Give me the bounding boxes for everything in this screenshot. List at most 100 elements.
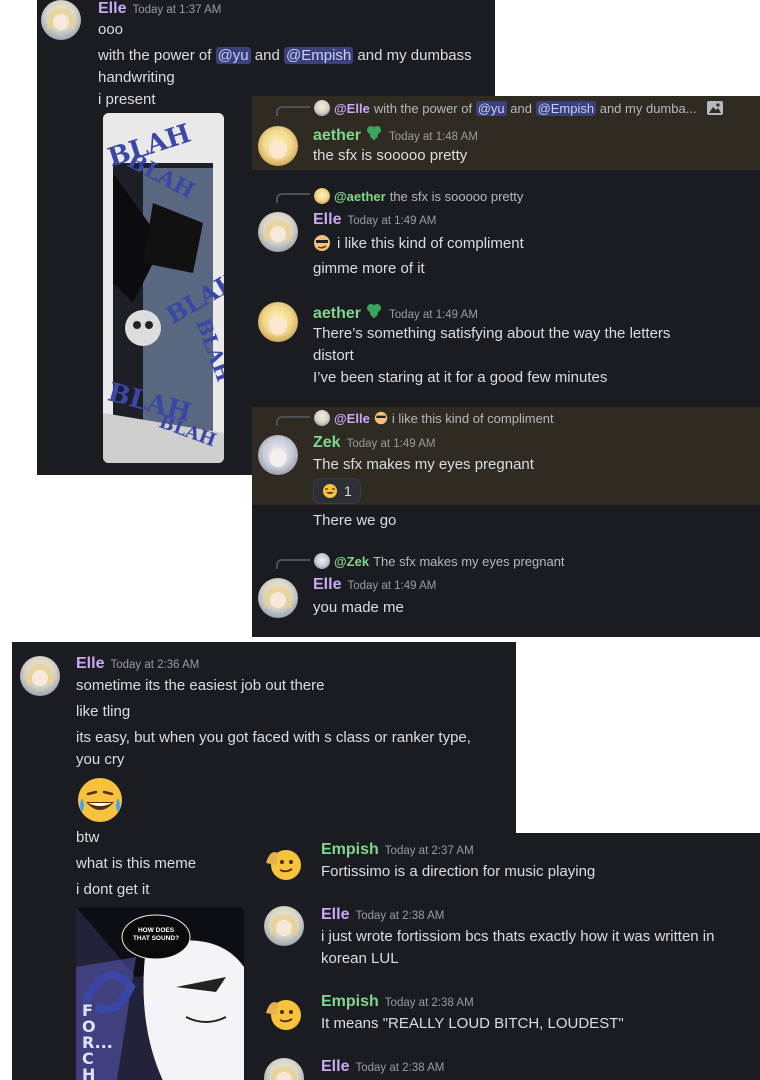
- message-text: korean LUL: [321, 950, 399, 967]
- text-segment: and my dumba...: [596, 100, 697, 116]
- reply-username[interactable]: @aether: [334, 189, 386, 204]
- reply-username[interactable]: @Elle: [334, 411, 370, 426]
- reply-text: the sfx is sooooo pretty: [389, 188, 524, 204]
- meme-image-attachment[interactable]: HOW DOES THAT SOUND? FOR...CHE: [76, 907, 244, 1080]
- timestamp: Today at 1:49 AM: [346, 438, 436, 450]
- message-header: Elle Today at 2:38 AM: [321, 1058, 444, 1076]
- message-header: Zek Today at 1:49 AM: [313, 434, 435, 452]
- message-header: aether Today at 1:48 AM: [313, 124, 478, 145]
- reply-preview[interactable]: @Elle with the power of @yu and @Empish …: [314, 100, 723, 116]
- message-text: i present: [98, 91, 156, 108]
- timestamp: Today at 1:49 AM: [347, 580, 437, 592]
- username-aether[interactable]: aether: [313, 305, 361, 323]
- reply-connector: [276, 106, 310, 116]
- username-elle[interactable]: Elle: [313, 211, 341, 229]
- mention-yu[interactable]: @yu: [475, 100, 507, 116]
- username-zek[interactable]: Zek: [313, 434, 341, 452]
- manga-image-attachment[interactable]: BLAH BLAH BLAH BLAH BLAH BLAH: [103, 113, 224, 463]
- zek-avatar[interactable]: [258, 435, 298, 475]
- sfx-vertical-text: FOR...CHE: [82, 1001, 113, 1080]
- message-header: Elle Today at 2:36 AM: [76, 655, 199, 673]
- timestamp: Today at 1:37 AM: [132, 4, 222, 16]
- message-header: Empish Today at 2:37 AM: [321, 841, 474, 859]
- reply-preview[interactable]: @aether the sfx is sooooo pretty: [314, 188, 523, 204]
- mention-yu[interactable]: @yu: [215, 47, 251, 64]
- empish-avatar[interactable]: [264, 843, 304, 883]
- timestamp: Today at 1:49 AM: [389, 309, 478, 321]
- aether-avatar[interactable]: [258, 302, 298, 342]
- elle-mini-avatar: [314, 410, 330, 426]
- elle-avatar[interactable]: [264, 1058, 304, 1080]
- text-segment: i like this kind of compliment: [337, 234, 524, 252]
- reply-preview[interactable]: @Zek The sfx makes my eyes pregnant: [314, 553, 565, 569]
- reaction-laughing[interactable]: 1: [313, 478, 361, 504]
- username-empish[interactable]: Empish: [321, 993, 379, 1011]
- elle-mini-avatar: [314, 100, 330, 116]
- message-text: i dont get it: [76, 881, 150, 898]
- elle-avatar[interactable]: [258, 578, 298, 618]
- timestamp: Today at 2:37 AM: [384, 845, 474, 857]
- mention-empish[interactable]: @Empish: [535, 100, 597, 116]
- message-text: like tling: [76, 703, 131, 720]
- reply-text: The sfx makes my eyes pregnant: [373, 553, 565, 569]
- aether-mini-avatar: [314, 188, 330, 204]
- message-text: sometime its the easiest job out there: [76, 677, 325, 694]
- rofl-emoji-icon: [323, 484, 337, 498]
- timestamp: Today at 2:38 AM: [355, 910, 445, 922]
- message-text: It means "REALLY LOUD BITCH, LOUDEST": [321, 1015, 624, 1032]
- message-text: The sfx makes my eyes pregnant: [313, 456, 534, 473]
- crying-laughing-emoji-icon: [78, 778, 122, 822]
- message-text: There’s something satisfying about the w…: [313, 325, 671, 342]
- username-elle[interactable]: Elle: [313, 576, 341, 594]
- message-text: with the power of @yu and @Empish and my…: [98, 47, 472, 64]
- timestamp: Today at 2:36 AM: [110, 659, 200, 671]
- message-text: i just wrote fortissiom bcs thats exactl…: [321, 928, 715, 945]
- message-header: Elle Today at 1:37 AM: [98, 0, 221, 18]
- clover-icon: [367, 126, 382, 140]
- reply-username[interactable]: @Elle: [334, 101, 370, 116]
- reaction-count: 1: [344, 483, 352, 499]
- speech-bubble-text: HOW DOES THAT SOUND?: [126, 927, 186, 943]
- message-text: ooo: [98, 21, 124, 38]
- username-elle[interactable]: Elle: [321, 1058, 349, 1076]
- username-aether[interactable]: aether: [313, 127, 361, 145]
- text-segment: with the power of: [373, 100, 476, 116]
- aether-avatar[interactable]: [258, 126, 298, 166]
- message-text: distort: [313, 347, 354, 364]
- reply-username[interactable]: @Zek: [334, 554, 369, 569]
- elle-avatar[interactable]: [41, 0, 81, 40]
- message-text: gimme more of it: [313, 260, 425, 277]
- message-text: its easy, but when you got faced with s …: [76, 729, 471, 746]
- timestamp: Today at 2:38 AM: [384, 997, 474, 1009]
- message-panel-2: @Elle with the power of @yu and @Empish …: [252, 96, 760, 637]
- username-empish[interactable]: Empish: [321, 841, 379, 859]
- message-text: i like this kind of compliment: [313, 234, 524, 252]
- message-text: you cry: [76, 751, 125, 768]
- message-text: the sfx is sooooo pretty: [313, 147, 468, 164]
- elle-avatar[interactable]: [264, 906, 304, 946]
- reply-preview[interactable]: @Elle i like this kind of compliment: [314, 410, 554, 426]
- reply-text: with the power of @yu and @Empish and my…: [373, 100, 697, 116]
- zek-mini-avatar: [314, 553, 330, 569]
- reply-connector: [276, 193, 310, 203]
- message-text: what is this meme: [76, 855, 197, 872]
- smug-emoji-icon: [314, 235, 330, 251]
- elle-avatar[interactable]: [258, 212, 298, 252]
- message-header: Elle Today at 2:38 AM: [321, 906, 444, 924]
- message-text: Fortissimo is a direction for music play…: [321, 863, 596, 880]
- message-header: Elle Today at 1:49 AM: [313, 211, 436, 229]
- username-elle[interactable]: Elle: [76, 655, 104, 673]
- timestamp: Today at 1:49 AM: [347, 215, 437, 227]
- text-segment: and: [250, 47, 285, 64]
- elle-avatar[interactable]: [20, 656, 60, 696]
- message-text: I’ve been staring at it for a good few m…: [313, 369, 608, 386]
- reply-text: i like this kind of compliment: [391, 410, 554, 426]
- empish-avatar[interactable]: [264, 993, 304, 1033]
- message-text: handwriting: [98, 69, 175, 86]
- clover-icon: [367, 304, 382, 318]
- username-elle[interactable]: Elle: [321, 906, 349, 924]
- text-segment: THAT SOUND?: [132, 935, 180, 942]
- message-header: Elle Today at 1:49 AM: [313, 576, 436, 594]
- username-elle[interactable]: Elle: [98, 0, 126, 18]
- mention-empish[interactable]: @Empish: [284, 47, 354, 64]
